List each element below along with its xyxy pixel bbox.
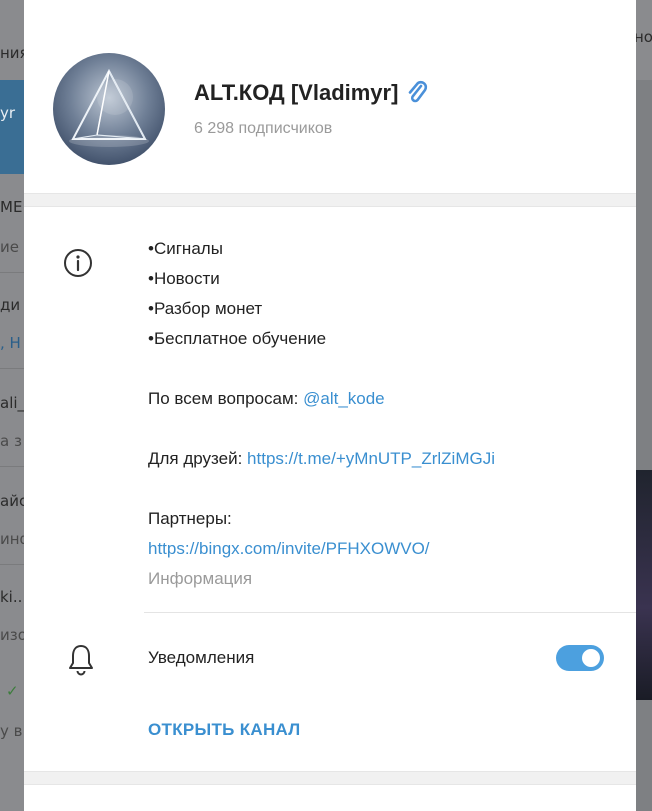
background-text: айс (0, 492, 24, 510)
info-caption: Информация (148, 569, 253, 588)
background-chat-area: но (634, 0, 652, 811)
questions-label: По всем вопросам: (148, 389, 304, 408)
section-separator (24, 771, 636, 785)
background-text: ali_ (0, 394, 24, 412)
background-text: ие (0, 238, 19, 256)
divider (144, 612, 636, 613)
background-text: МЕ (0, 198, 23, 216)
background-media (636, 470, 652, 700)
channel-title-row: ALT.КОД [Vladimyr] (194, 78, 428, 108)
toggle-knob (580, 647, 602, 669)
partners-label: Партнеры: (148, 509, 232, 528)
background-check-icon: ✓ (6, 682, 19, 700)
friends-label: Для друзей: (148, 449, 248, 468)
description-line: •Сигналы (148, 239, 223, 258)
background-text: инф (0, 530, 24, 548)
channel-description: •Сигналы •Новости •Разбор монет •Бесплат… (148, 234, 618, 594)
info-icon (64, 249, 92, 277)
section-separator (24, 193, 636, 207)
pyramid-logo-icon (69, 68, 149, 147)
background-text: но (634, 28, 652, 46)
channel-header: ALT.КОД [Vladimyr] 6 298 подписчиков (24, 0, 636, 193)
bell-icon (69, 645, 93, 676)
description-line: •Новости (148, 269, 220, 288)
channel-name: ALT.КОД [Vladimyr] (194, 80, 399, 105)
subscriber-count: 6 298 подписчиков (194, 120, 333, 137)
background-text: ния (0, 44, 24, 62)
background-divider (0, 368, 24, 369)
questions-line: По всем вопросам: @alt_kode (148, 384, 618, 414)
background-text: yr (0, 104, 16, 122)
partners-link[interactable]: https://bingx.com/invite/PFHXOWVO/ (148, 539, 430, 558)
notifications-toggle[interactable] (556, 645, 604, 671)
background-text: ki... (0, 588, 24, 606)
channel-info-dialog: ALT.КОД [Vladimyr] 6 298 подписчиков •Си… (24, 0, 636, 811)
background-text: ди (0, 296, 21, 314)
background-divider (0, 466, 24, 467)
background-text: , Н (0, 334, 21, 352)
open-channel-button[interactable]: ОТКРЫТЬ КАНАЛ (148, 720, 301, 740)
background-text: a з (0, 432, 22, 450)
background-selected-chat (0, 80, 24, 174)
friends-invite-link[interactable]: https://t.me/+yMnUTP_ZrlZiMGJi (247, 449, 495, 468)
background-divider (0, 564, 24, 565)
description-line: •Разбор монет (148, 299, 263, 318)
notifications-label: Уведомления (148, 648, 255, 667)
channel-avatar[interactable] (53, 53, 165, 165)
description-line: •Бесплатное обучение (148, 329, 327, 348)
background-chat-list: ния yr МЕ ие ди , Н ali_ a з айс инф ki.… (0, 0, 24, 811)
background-text: изо (0, 626, 24, 644)
paperclip-icon (409, 80, 428, 103)
background-text: у в (0, 722, 23, 740)
friends-line: Для друзей: https://t.me/+yMnUTP_ZrlZiMG… (148, 444, 618, 474)
questions-username-link[interactable]: @alt_kode (303, 389, 385, 408)
background-divider (0, 272, 24, 273)
